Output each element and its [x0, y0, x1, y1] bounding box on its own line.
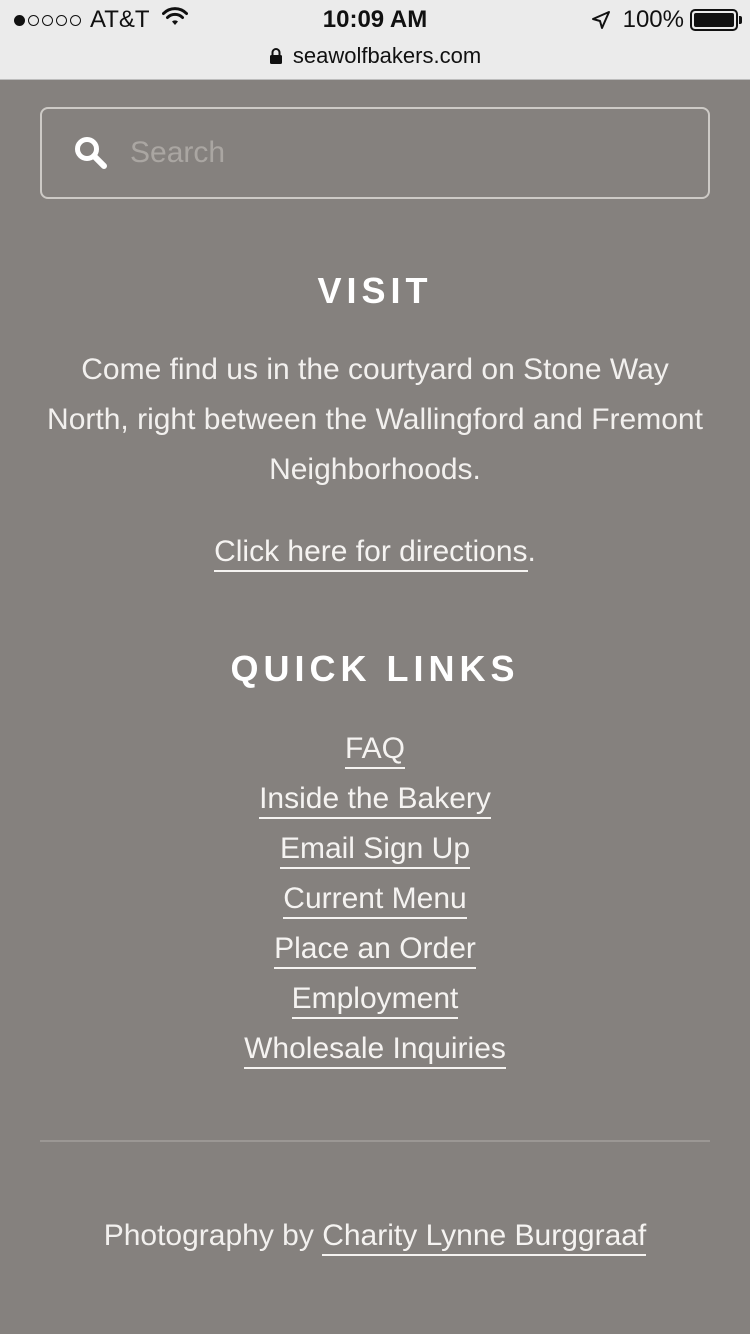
quick-link-current-menu[interactable]: Current Menu — [283, 882, 467, 919]
credit-prefix: Photography by — [103, 1219, 323, 1252]
battery-icon — [690, 9, 742, 31]
quick-link-wholesale[interactable]: Wholesale Inquiries — [244, 1032, 506, 1069]
quick-link-place-order[interactable]: Place an Order — [274, 932, 476, 969]
url-domain: seawolfbakers.com — [292, 43, 482, 68]
quick-link-item: Place an Order — [0, 924, 750, 974]
directions-suffix: . — [527, 535, 536, 568]
quick-link-item: Employment — [0, 974, 750, 1024]
search-box[interactable] — [40, 107, 710, 199]
quick-link-inside-bakery[interactable]: Inside the Bakery — [259, 782, 491, 819]
photographer-link[interactable]: Charity Lynne Burggraaf — [322, 1219, 647, 1256]
status-bar: AT&T 10:09 AM 100% seawolfbakers.com — [0, 0, 750, 80]
url-bar[interactable]: seawolfbakers.com — [0, 40, 750, 72]
quick-links-list: FAQ Inside the Bakery Email Sign Up Curr… — [0, 724, 750, 1074]
quick-link-email-signup[interactable]: Email Sign Up — [279, 832, 471, 869]
visit-description: Come find us in the courtyard on Stone W… — [47, 353, 703, 486]
search-input[interactable] — [130, 136, 670, 170]
footer-divider — [40, 1140, 710, 1142]
quick-link-employment[interactable]: Employment — [291, 982, 459, 1019]
quick-link-item: FAQ — [0, 724, 750, 774]
quick-link-item: Wholesale Inquiries — [0, 1024, 750, 1074]
status-right: 100% — [591, 6, 742, 34]
search-icon — [74, 136, 108, 170]
location-arrow-icon — [591, 10, 611, 30]
quick-link-item: Current Menu — [0, 874, 750, 924]
directions-link[interactable]: Click here for directions — [214, 535, 528, 572]
quick-link-item: Email Sign Up — [0, 824, 750, 874]
directions-line: Click here for directions. — [0, 528, 750, 576]
visit-heading: VISIT — [317, 270, 433, 311]
quick-link-item: Inside the Bakery — [0, 774, 750, 824]
quick-link-faq[interactable]: FAQ — [344, 732, 405, 769]
photo-credit: Photography by Charity Lynne Burggraaf — [0, 1212, 750, 1260]
battery-percent: 100% — [622, 6, 684, 33]
quick-links-heading: QUICK LINKS — [230, 648, 520, 689]
lock-icon — [269, 47, 283, 65]
